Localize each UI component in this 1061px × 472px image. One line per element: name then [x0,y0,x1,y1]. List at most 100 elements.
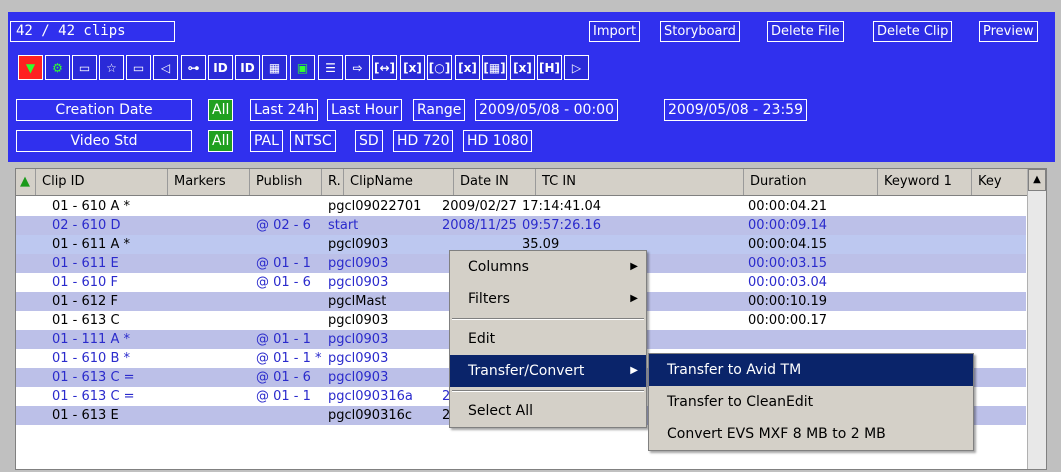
cell-publish: @ 01 - 6 [256,275,311,290]
menu-item-transfer-convert[interactable]: Transfer/Convert ▶ [450,355,646,387]
cell-clip-id: 01 - 610 B * [52,351,130,366]
transfer-submenu: Transfer to Avid TM Transfer to CleanEdi… [648,353,974,451]
tag-icon[interactable]: ◁ [153,55,178,80]
last-hour-chip[interactable]: Last Hour [327,99,403,121]
list-icon[interactable]: ☰ [318,55,343,80]
import-button[interactable]: Import [589,21,641,42]
table-row[interactable]: 01 - 610 A * pgcl09022701 2009/02/27 17:14:… [16,197,1026,216]
column-header-clipname[interactable]: ClipName [344,169,454,195]
cell-clipname: pgcl0903 [328,256,389,271]
storyboard-button[interactable]: Storyboard [660,21,740,42]
range-from-field[interactable]: 2009/05/08 - 00:00 [475,99,618,121]
menu-item-columns[interactable]: Columns ▶ [450,251,646,283]
sd-chip[interactable]: SD [355,130,383,152]
menu-item-filters[interactable]: Filters ▶ [450,283,646,315]
menu-item-label: Select All [468,403,533,419]
creation-date-label[interactable]: Creation Date [16,99,192,121]
id2-icon[interactable]: ID [235,55,260,80]
range-to-field[interactable]: 2009/05/08 - 23:59 [664,99,807,121]
cell-clipname: pgcl09022701 [328,199,422,214]
cell-duration: 00:00:03.04 [748,275,828,290]
video-std-label[interactable]: Video Std [16,130,192,152]
bracket-in-icon[interactable]: [↔] [372,55,397,80]
column-header-r[interactable]: R. [322,169,344,195]
last-24h-chip[interactable]: Last 24h [250,99,319,121]
cell-clip-id: 01 - 613 C = [52,370,135,385]
key-icon[interactable]: ⊶ [181,55,206,80]
bracket-ring-icon[interactable]: [○] [427,55,452,80]
cell-duration: 00:00:04.15 [748,237,828,252]
range-chip[interactable]: Range [413,99,466,121]
clip-count: 42 / 42 clips [10,21,175,42]
cell-clip-id: 01 - 611 E [52,256,119,271]
cell-clip-id: 01 - 610 F [52,275,118,290]
table-row[interactable]: 02 - 610 D @ 02 - 6 start 2008/11/25 09:57:2… [16,216,1026,235]
cell-clip-id: 01 - 610 A * [52,199,130,214]
reel-icon[interactable]: ⚙ [45,55,70,80]
sort-indicator-icon[interactable]: ▲ [16,169,36,195]
cell-duration: 00:00:09.14 [748,218,828,233]
id-icon[interactable]: ID [208,55,233,80]
date-all-chip[interactable]: All [208,99,234,121]
pal-chip[interactable]: PAL [250,130,283,152]
column-header-clip-id[interactable]: Clip ID [36,169,168,195]
column-header-duration[interactable]: Duration [744,169,878,195]
ntsc-chip[interactable]: NTSC [290,130,336,152]
submenu-arrow-icon: ▶ [630,365,638,376]
scroll-up-icon[interactable]: ▲ [1028,169,1046,191]
menu-separator [452,390,644,392]
cell-publish: @ 01 - 1 [256,389,311,404]
cell-clipname: pgcl090316c [328,408,413,423]
cell-clip-id: 01 - 613 C = [52,389,135,404]
cell-clip-id: 01 - 111 A * [52,332,130,347]
context-menu: Columns ▶ Filters ▶ Edit Transfer/Convert ▶… [449,250,647,428]
bracket-h-icon[interactable]: [H] [537,55,562,80]
clip-browser-window: 42 / 42 clips Import Storyboard Delete F… [0,0,1061,472]
cell-clipname: pgcl0903 [328,351,389,366]
delete-file-button[interactable]: Delete File [767,21,844,42]
flag-icon[interactable]: ▷ [564,55,589,80]
submenu-item-convert[interactable]: Convert EVS MXF 8 MB to 2 MB [649,418,973,450]
bracket-x-icon[interactable]: [x] [510,55,535,80]
video-all-chip[interactable]: All [208,130,234,152]
grid-bracket-icon[interactable]: [▦] [482,55,507,80]
hd1080-chip[interactable]: HD 1080 [463,130,533,152]
grid-icon[interactable]: ▦ [262,55,287,80]
star-icon[interactable]: ☆ [99,55,124,80]
menu-item-select-all[interactable]: Select All [450,395,646,427]
cell-clipname: start [328,218,359,233]
cell-clip-id: 01 - 611 A * [52,237,130,252]
cell-clipname: pgclMast [328,294,387,309]
hd720-chip[interactable]: HD 720 [393,130,454,152]
cell-duration: 00:00:03.15 [748,256,828,271]
submenu-arrow-icon: ▶ [630,261,638,272]
column-header-keyword-2[interactable]: Key [972,169,1028,195]
cell-clipname: pgcl090316a [328,389,413,404]
bracket-ex-icon[interactable]: [x] [400,55,425,80]
column-header-publish[interactable]: Publish [250,169,322,195]
cell-clip-id: 02 - 610 D [52,218,121,233]
bracket-cross-icon[interactable]: [x] [455,55,480,80]
delete-clip-button[interactable]: Delete Clip [873,21,953,42]
folder-open-icon[interactable]: ▭ [72,55,97,80]
vertical-scrollbar[interactable]: ▲ [1027,169,1046,469]
cell-duration: 00:00:10.19 [748,294,828,309]
cell-publish: @ 01 - 1 [256,256,311,271]
column-header-keyword-1[interactable]: Keyword 1 [878,169,972,195]
arrow-icon[interactable]: ⇨ [345,55,370,80]
column-header-markers[interactable]: Markers [168,169,250,195]
preview-button[interactable]: Preview [979,21,1038,42]
table-header: ▲ Clip ID Markers Publish R. ClipName Da… [16,169,1046,196]
cell-clip-id: 01 - 613 C [52,313,120,328]
filter-icon[interactable]: ▼ [18,55,43,80]
film-icon[interactable]: ▣ [290,55,315,80]
cell-duration: 00:00:04.21 [748,199,828,214]
submenu-item-cleanedit[interactable]: Transfer to CleanEdit [649,386,973,418]
folder-icon[interactable]: ▭ [126,55,151,80]
column-header-tc-in[interactable]: TC IN [536,169,744,195]
cell-clipname: pgcl0903 [328,332,389,347]
menu-item-edit[interactable]: Edit [450,323,646,355]
column-header-date-in[interactable]: Date IN [454,169,536,195]
cell-publish: @ 01 - 1 * [256,351,322,366]
submenu-item-avid[interactable]: Transfer to Avid TM [649,354,973,386]
